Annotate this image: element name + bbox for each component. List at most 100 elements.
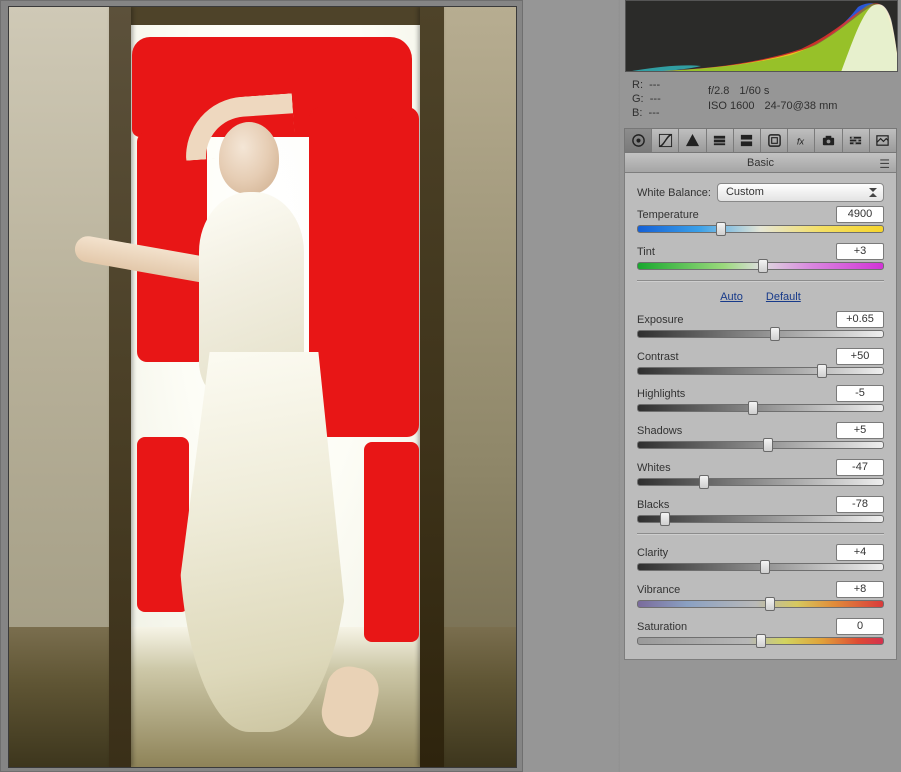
photo-door-top [109, 7, 444, 25]
rgb-readout: R: --- G: --- B: --- [632, 78, 708, 120]
blacks-thumb[interactable] [660, 512, 670, 526]
temperature-value[interactable]: 4900 [836, 206, 884, 223]
blacks-value[interactable]: -78 [836, 496, 884, 513]
saturation-label: Saturation [637, 621, 687, 633]
white-balance-row: White Balance: Custom [637, 183, 884, 202]
panel-tab-strip: fx [624, 128, 897, 153]
tab-camera-calibration[interactable] [815, 129, 842, 152]
r-label: R: [632, 79, 643, 91]
exposure-value[interactable]: +0.65 [836, 311, 884, 328]
exposure-row: Exposure +0.65 [637, 311, 884, 338]
shutter-value: 1/60 s [739, 84, 769, 99]
tint-label: Tint [637, 246, 655, 258]
saturation-slider[interactable] [637, 637, 884, 645]
shadows-value[interactable]: +5 [836, 422, 884, 439]
g-label: G: [632, 93, 644, 105]
panel-menu-icon[interactable]: ☰ [879, 157, 890, 171]
saturation-value[interactable]: 0 [836, 618, 884, 635]
blacks-label: Blacks [637, 499, 669, 511]
panel-title: Basic [747, 157, 774, 169]
clarity-label: Clarity [637, 547, 668, 559]
tab-presets[interactable] [843, 129, 870, 152]
tint-value[interactable]: +3 [836, 243, 884, 260]
saturation-thumb[interactable] [756, 634, 766, 648]
panel-title-bar: Basic ☰ [624, 153, 897, 173]
b-value: --- [649, 107, 660, 119]
auto-default-links: Auto Default [637, 291, 884, 303]
info-readout: R: --- G: --- B: --- f/2.8 1/60 s ISO 160… [620, 72, 901, 126]
whites-slider[interactable] [637, 478, 884, 486]
exif-readout: f/2.8 1/60 s ISO 1600 24-70@38 mm [708, 84, 893, 114]
whites-label: Whites [637, 462, 671, 474]
blacks-row: Blacks -78 [637, 496, 884, 523]
g-value: --- [650, 93, 661, 105]
auto-link[interactable]: Auto [720, 291, 743, 303]
shadows-thumb[interactable] [763, 438, 773, 452]
tab-detail[interactable] [679, 129, 706, 152]
basic-panel-body: White Balance: Custom Temperature 4900 T… [624, 173, 897, 660]
aperture-value: f/2.8 [708, 84, 729, 99]
exposure-label: Exposure [637, 314, 683, 326]
clarity-value[interactable]: +4 [836, 544, 884, 561]
white-balance-label: White Balance: [637, 187, 711, 199]
whites-thumb[interactable] [699, 475, 709, 489]
divider [637, 280, 884, 281]
vibrance-thumb[interactable] [765, 597, 775, 611]
highlights-thumb[interactable] [748, 401, 758, 415]
whites-value[interactable]: -47 [836, 459, 884, 476]
clarity-row: Clarity +4 [637, 544, 884, 571]
tint-row: Tint +3 [637, 243, 884, 270]
highlights-value[interactable]: -5 [836, 385, 884, 402]
white-balance-select[interactable]: Custom [717, 183, 884, 202]
histogram[interactable] [625, 0, 898, 72]
tab-hsl[interactable] [707, 129, 734, 152]
tab-basic[interactable] [625, 129, 652, 152]
white-balance-value: Custom [726, 186, 764, 198]
vibrance-slider[interactable] [637, 600, 884, 608]
develop-panel: R: --- G: --- B: --- f/2.8 1/60 s ISO 160… [620, 0, 901, 772]
shadows-label: Shadows [637, 425, 682, 437]
image-preview-frame [0, 0, 523, 772]
saturation-row: Saturation 0 [637, 618, 884, 645]
highlights-label: Highlights [637, 388, 685, 400]
tab-snapshots[interactable] [870, 129, 896, 152]
temperature-label: Temperature [637, 209, 699, 221]
clarity-slider[interactable] [637, 563, 884, 571]
photo-subject [124, 112, 384, 737]
tint-slider[interactable] [637, 262, 884, 270]
photo-door-right [420, 7, 444, 767]
contrast-label: Contrast [637, 351, 679, 363]
clarity-thumb[interactable] [760, 560, 770, 574]
shadows-row: Shadows +5 [637, 422, 884, 449]
whites-row: Whites -47 [637, 459, 884, 486]
default-link[interactable]: Default [766, 291, 801, 303]
tint-thumb[interactable] [758, 259, 768, 273]
exposure-thumb[interactable] [770, 327, 780, 341]
exposure-slider[interactable] [637, 330, 884, 338]
blacks-slider[interactable] [637, 515, 884, 523]
tab-tone-curve[interactable] [652, 129, 679, 152]
b-label: B: [632, 107, 642, 119]
tab-split-toning[interactable] [734, 129, 761, 152]
shadows-slider[interactable] [637, 441, 884, 449]
vibrance-row: Vibrance +8 [637, 581, 884, 608]
contrast-thumb[interactable] [817, 364, 827, 378]
temperature-slider[interactable] [637, 225, 884, 233]
tab-effects[interactable]: fx [788, 129, 815, 152]
contrast-row: Contrast +50 [637, 348, 884, 375]
contrast-slider[interactable] [637, 367, 884, 375]
highlights-row: Highlights -5 [637, 385, 884, 412]
iso-value: ISO 1600 [708, 99, 754, 114]
svg-text:fx: fx [797, 136, 805, 146]
divider [637, 533, 884, 534]
tab-lens-corrections[interactable] [761, 129, 788, 152]
contrast-value[interactable]: +50 [836, 348, 884, 365]
vibrance-value[interactable]: +8 [836, 581, 884, 598]
vibrance-label: Vibrance [637, 584, 680, 596]
image-preview[interactable] [8, 6, 517, 768]
lens-value: 24-70@38 mm [764, 99, 837, 114]
temperature-thumb[interactable] [716, 222, 726, 236]
highlights-slider[interactable] [637, 404, 884, 412]
temperature-row: Temperature 4900 [637, 206, 884, 233]
r-value: --- [649, 79, 660, 91]
